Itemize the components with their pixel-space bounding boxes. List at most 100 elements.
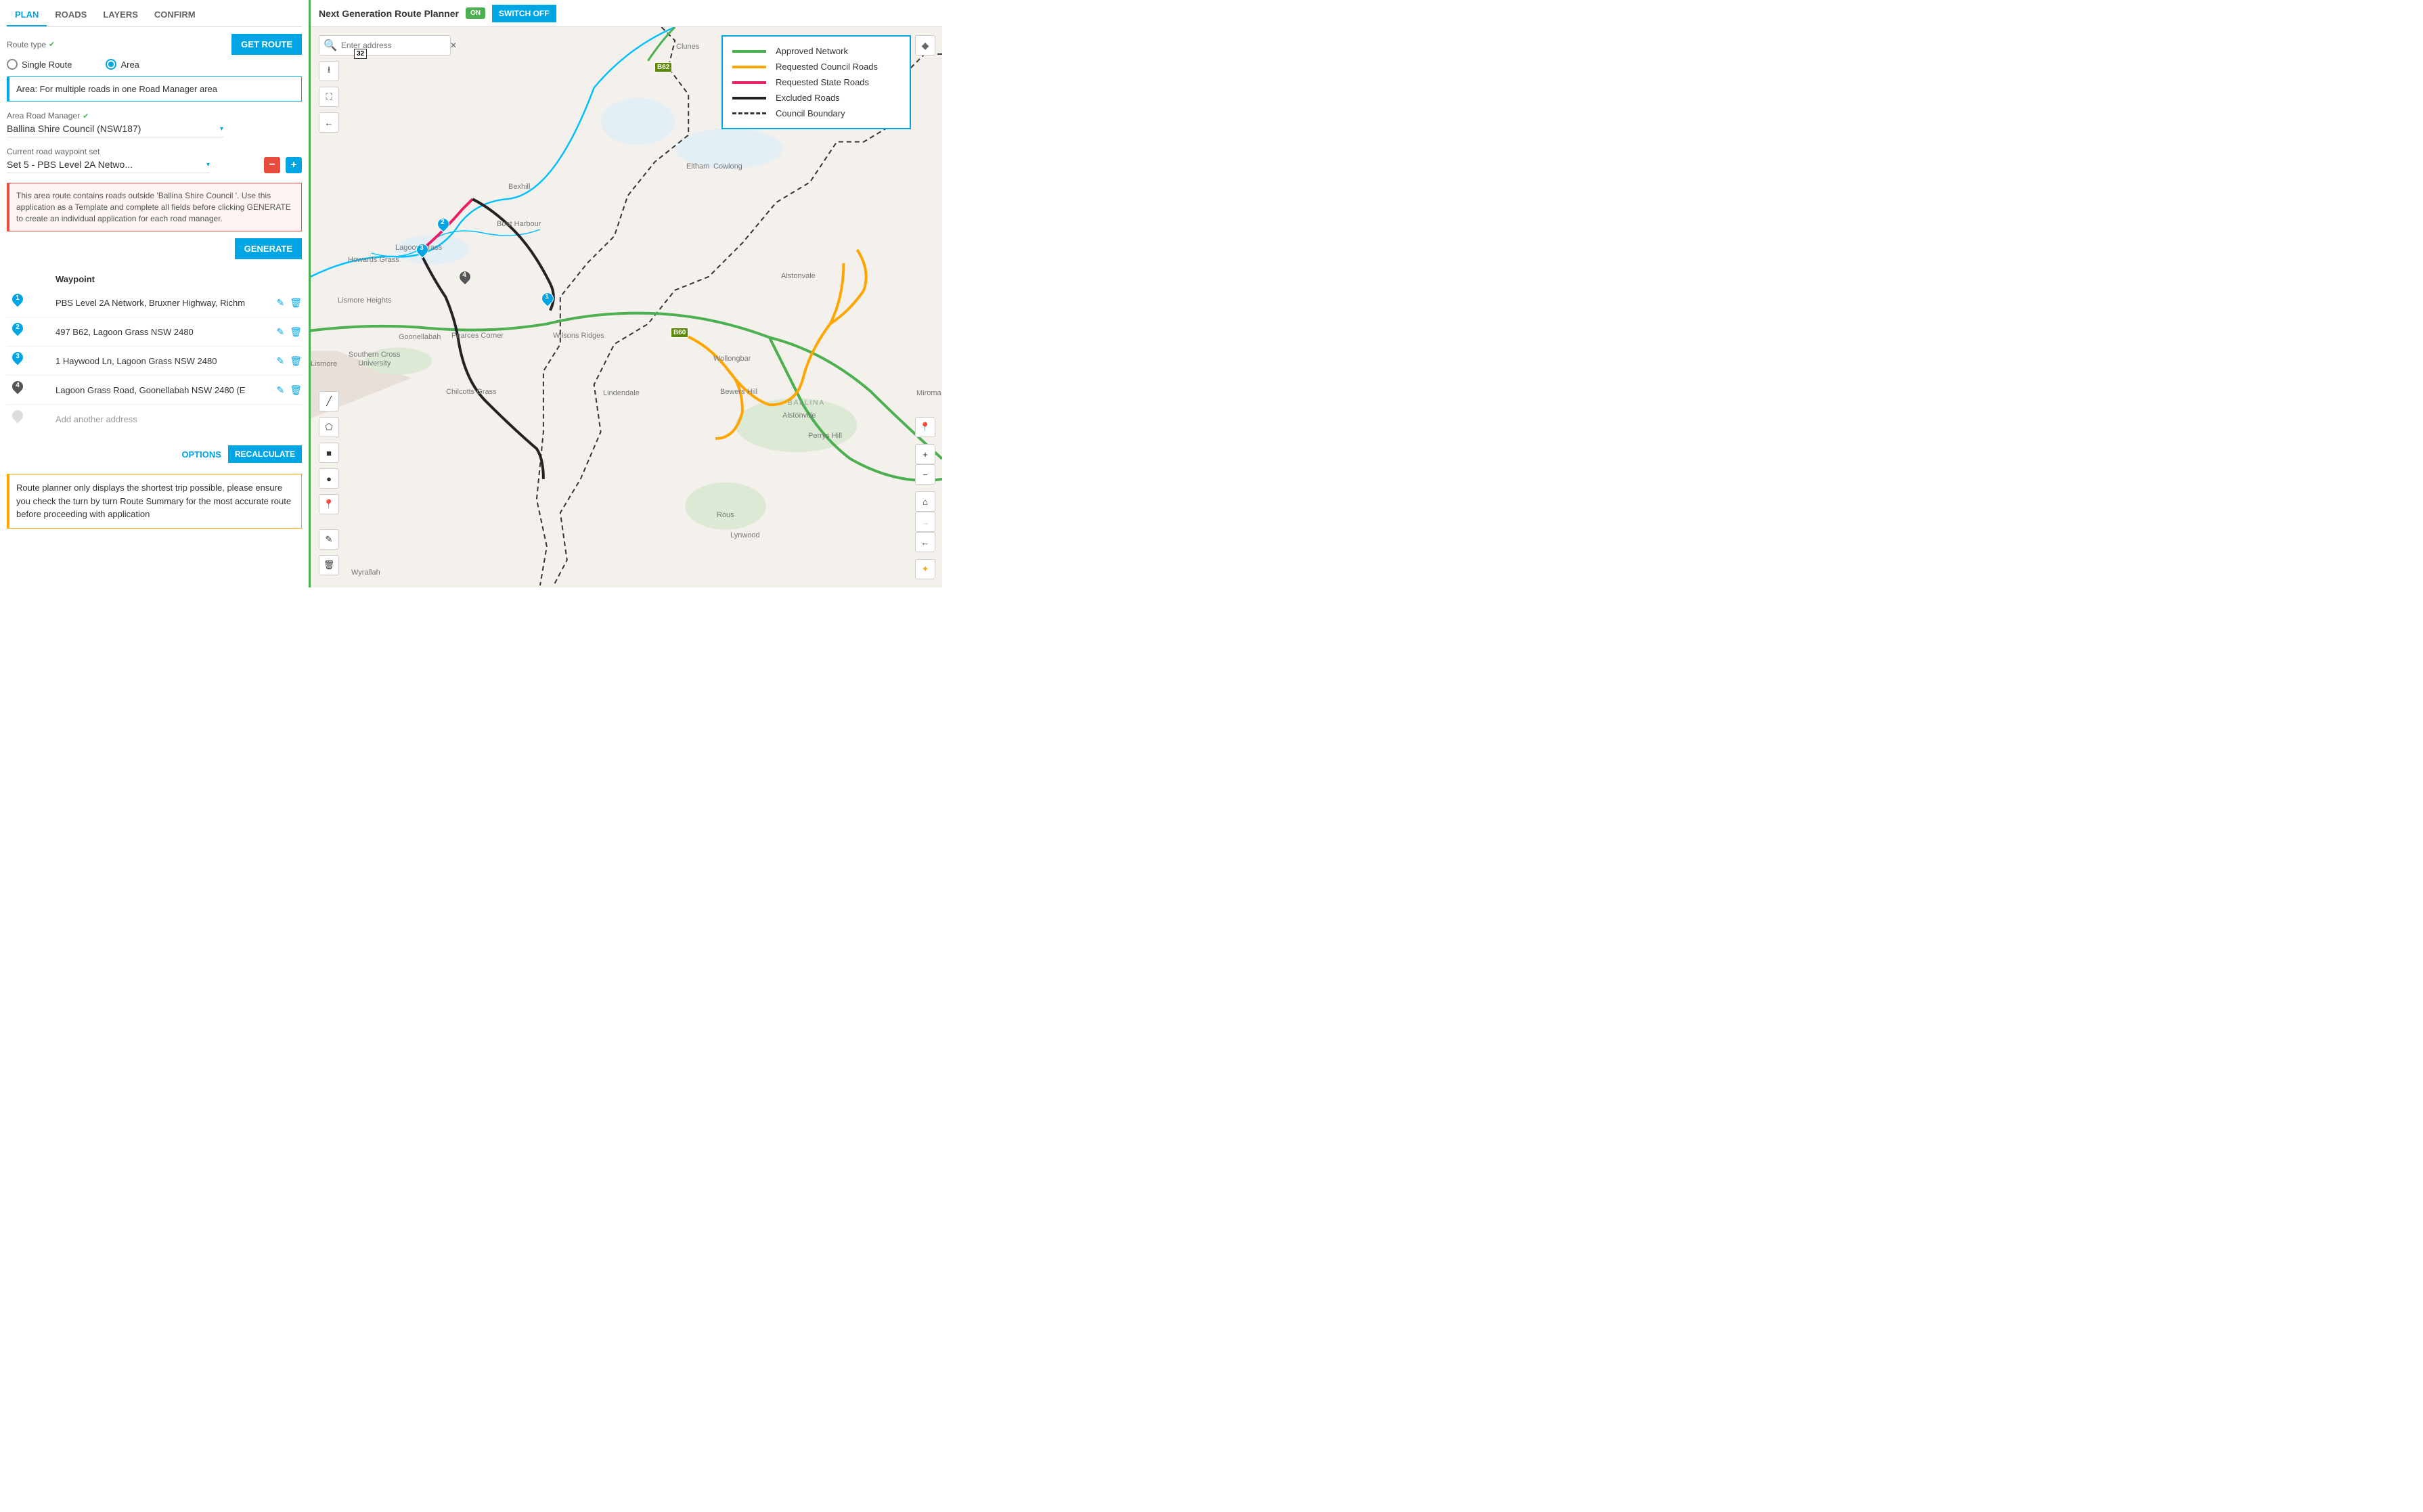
place-label: Wyrallah (351, 569, 380, 577)
draw-polygon-button[interactable]: ⬠ (319, 417, 339, 437)
waypoint-text[interactable]: 1 Haywood Ln, Lagoon Grass NSW 2480 (55, 356, 265, 366)
waypoint-row-add: Add another address (7, 405, 302, 433)
delete-shapes-button[interactable]: 🗑 (319, 555, 339, 575)
delete-icon[interactable]: 🗑 (290, 384, 302, 396)
fullscreen-button[interactable]: ⛶ (319, 87, 339, 107)
edit-icon[interactable]: ✎ (276, 297, 284, 309)
add-waypoint-input[interactable]: Add another address (55, 414, 265, 424)
waypoint-pin-icon: 1 (11, 294, 24, 311)
place-label: Goonellabah (399, 333, 441, 341)
place-label: Eltham (686, 162, 709, 171)
map-panel: Next Generation Route Planner ON SWITCH … (309, 0, 942, 587)
waypoint-row: 2 497 B62, Lagoon Grass NSW 2480 ✎ 🗑 (7, 317, 302, 347)
highway-shield: B62 (654, 62, 672, 72)
place-label: Miroma (916, 389, 941, 397)
radio-single-route[interactable]: Single Route (7, 59, 72, 70)
add-set-button[interactable]: + (286, 157, 302, 173)
map-controls-right: 📍 + − ⌂ → ← ✦ (915, 417, 935, 579)
map-canvas[interactable]: 🔍 ✕ 32 B62 B60 ⭳ ⛶ ← ╱ ⬠ ■ ● 📍 ✎ 🗑 ◆ App (311, 27, 942, 587)
map-pin[interactable]: 3 (416, 244, 428, 260)
map-header: Next Generation Route Planner ON SWITCH … (311, 0, 942, 27)
chevron-down-icon: ▾ (206, 161, 210, 169)
legend-item: Excluded Roads (732, 90, 900, 106)
waypoint-text[interactable]: PBS Level 2A Network, Bruxner Highway, R… (55, 298, 265, 308)
delete-icon[interactable]: 🗑 (290, 326, 302, 338)
draw-marker-button[interactable]: 📍 (319, 494, 339, 514)
place-label: Bexhill (508, 183, 530, 191)
radio-area[interactable]: Area (106, 59, 139, 70)
check-icon: ✔ (83, 112, 89, 120)
waypoint-set-select[interactable]: Set 5 - PBS Level 2A Netwo...▾ (7, 156, 210, 173)
place-label: BALLINA (788, 399, 825, 407)
edit-shapes-button[interactable]: ✎ (319, 529, 339, 550)
clear-search-icon[interactable]: ✕ (450, 41, 457, 50)
layers-button[interactable]: ◆ (915, 35, 935, 55)
waypoint-text[interactable]: Lagoon Grass Road, Goonellabah NSW 2480 … (55, 385, 265, 395)
waypoint-text[interactable]: 497 B62, Lagoon Grass NSW 2480 (55, 327, 265, 337)
place-label: Lismore Heights (338, 296, 391, 305)
pegman-button[interactable]: ✦ (915, 559, 935, 579)
place-label: Perrys Hill (808, 432, 842, 440)
legend-item: Requested State Roads (732, 74, 900, 90)
zoom-in-button[interactable]: + (915, 444, 935, 464)
delete-icon[interactable]: 🗑 (290, 297, 302, 309)
place-label: Lynwood (730, 531, 760, 539)
place-label: Alstonvale (781, 272, 816, 280)
download-button[interactable]: ⭳ (319, 61, 339, 81)
place-label: Lismore (311, 360, 337, 368)
place-label: Rous (717, 511, 734, 519)
tabs: PLAN ROADS LAYERS CONFIRM (7, 4, 302, 27)
map-pin[interactable]: 1 (541, 292, 553, 309)
locate-button[interactable]: 📍 (915, 417, 935, 437)
draw-circle-button[interactable]: ● (319, 468, 339, 489)
tab-confirm[interactable]: CONFIRM (146, 4, 204, 26)
switch-off-button[interactable]: SWITCH OFF (492, 5, 556, 22)
generate-button[interactable]: GENERATE (235, 238, 302, 259)
waypoint-pin-icon: 2 (11, 323, 24, 340)
map-legend: Approved Network Requested Council Roads… (721, 35, 911, 129)
back-map-button[interactable]: ← (915, 532, 935, 552)
place-label: Boat Harbour (497, 220, 541, 228)
area-road-manager-select[interactable]: Ballina Shire Council (NSW187)▾ (7, 120, 223, 137)
edit-icon[interactable]: ✎ (276, 355, 284, 367)
search-icon: 🔍 (324, 39, 337, 52)
draw-line-button[interactable]: ╱ (319, 391, 339, 412)
chevron-down-icon: ▾ (220, 125, 223, 133)
place-label: Bewers Hill (720, 388, 757, 396)
forward-button[interactable]: → (915, 512, 935, 532)
place-label: Wilsons Ridges (553, 332, 604, 340)
zoom-out-button[interactable]: − (915, 464, 935, 485)
legend-item: Requested Council Roads (732, 59, 900, 74)
route-type-label: Route type✔ (7, 40, 55, 49)
route-note-box: Route planner only displays the shortest… (7, 474, 302, 529)
sidebar: PLAN ROADS LAYERS CONFIRM Route type✔ GE… (0, 0, 309, 587)
back-button[interactable]: ← (319, 112, 339, 133)
remove-set-button[interactable]: − (264, 157, 280, 173)
place-label: Alstonville (782, 412, 816, 420)
legend-item: Council Boundary (732, 106, 900, 121)
area-road-manager-label: Area Road Manager✔ (7, 111, 302, 120)
map-pin[interactable]: 2 (437, 218, 449, 234)
edit-icon[interactable]: ✎ (276, 384, 284, 396)
options-button[interactable]: OPTIONS (181, 449, 221, 460)
tab-plan[interactable]: PLAN (7, 4, 47, 26)
tab-layers[interactable]: LAYERS (95, 4, 146, 26)
waypoint-pin-icon: 4 (11, 381, 24, 399)
home-button[interactable]: ⌂ (915, 491, 935, 512)
waypoint-row: 3 1 Haywood Ln, Lagoon Grass NSW 2480 ✎ … (7, 347, 302, 376)
place-label: Lindendale (603, 389, 640, 397)
delete-icon[interactable]: 🗑 (290, 355, 302, 367)
map-pin[interactable]: 4 (458, 271, 470, 287)
recalculate-button[interactable]: RECALCULATE (228, 445, 302, 463)
get-route-button[interactable]: GET ROUTE (231, 34, 302, 55)
route-type-radios: Single Route Area (7, 59, 302, 70)
tab-roads[interactable]: ROADS (47, 4, 95, 26)
check-icon: ✔ (49, 40, 55, 49)
waypoint-set-label: Current road waypoint set (7, 147, 259, 156)
place-label: Clunes (676, 43, 699, 51)
draw-rect-button[interactable]: ■ (319, 443, 339, 463)
edit-icon[interactable]: ✎ (276, 326, 284, 338)
map-title: Next Generation Route Planner (319, 8, 459, 19)
place-label: Wollongbar (713, 355, 751, 363)
map-search: 🔍 ✕ (319, 35, 451, 55)
